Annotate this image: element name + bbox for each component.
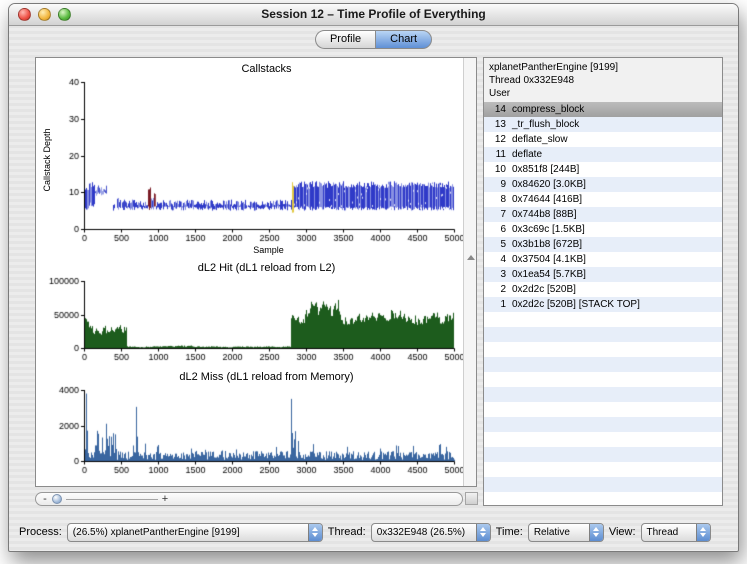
tab-chart[interactable]: Chart: [375, 30, 432, 49]
zoom-slider-thumb[interactable]: [52, 494, 62, 504]
dl2-miss-chart-block: dL2 Miss (dL1 reload from Memory): [40, 370, 461, 477]
popup-arrows-icon: [696, 524, 710, 541]
traffic-lights: [18, 8, 71, 21]
scroll-up-arrow-icon[interactable]: [467, 255, 475, 260]
row-depth-number: 5: [484, 237, 506, 252]
callstack-row[interactable]: 90x84620 [3.0KB]: [484, 177, 722, 192]
row-symbol-label: 0x74644 [416B]: [506, 192, 722, 207]
callstack-row[interactable]: 30x1ea54 [5.7KB]: [484, 267, 722, 282]
callstack-row[interactable]: 40x37504 [4.1KB]: [484, 252, 722, 267]
row-depth-number: 10: [484, 162, 506, 177]
callstack-panel: xplanetPantherEngine [9199] Thread 0x332…: [483, 57, 723, 506]
zoom-button[interactable]: [58, 8, 71, 21]
chart-panel: Callstacks Callstack Depth Sample dL2 Hi…: [35, 57, 477, 487]
header-user: User: [489, 87, 722, 100]
dl2-hit-chart-title: dL2 Hit (dL1 reload from L2): [40, 261, 461, 276]
callstacks-chart-canvas[interactable]: [40, 77, 464, 245]
dl2-hit-chart-block: dL2 Hit (dL1 reload from L2): [40, 261, 461, 364]
view-popup-value: Thread: [642, 527, 696, 538]
window-title: Session 12 – Time Profile of Everything: [9, 4, 738, 25]
time-label: Time:: [496, 526, 523, 538]
callstacks-y-axis-label: Callstack Depth: [42, 100, 54, 220]
bottom-bar: Process: (26.5%) xplanetPantherEngine [9…: [9, 518, 738, 546]
row-symbol-label: 0x744b8 [88B]: [506, 207, 722, 222]
minimize-button[interactable]: [38, 8, 51, 21]
process-popup[interactable]: (26.5%) xplanetPantherEngine [9199]: [67, 523, 323, 542]
titlebar[interactable]: Session 12 – Time Profile of Everything: [9, 4, 738, 26]
row-depth-number: 12: [484, 132, 506, 147]
callstack-row[interactable]: 13_tr_flush_block: [484, 117, 722, 132]
row-symbol-label: _tr_flush_block: [506, 117, 722, 132]
vertical-scrollbar[interactable]: [463, 58, 476, 486]
empty-rows-area: [484, 312, 722, 505]
dl2-miss-chart-canvas[interactable]: [40, 385, 464, 477]
row-symbol-label: deflate: [506, 147, 722, 162]
callstack-row[interactable]: 60x3c69c [1.5KB]: [484, 222, 722, 237]
tab-bar: Profile Chart: [9, 26, 738, 53]
thread-popup[interactable]: 0x332E948 (26.5%): [371, 523, 491, 542]
zoom-in-button[interactable]: +: [160, 494, 170, 505]
callstack-row[interactable]: 10x2d2c [520B] [STACK TOP]: [484, 297, 722, 312]
time-popup[interactable]: Relative: [528, 523, 604, 542]
callstacks-chart-title: Callstacks: [40, 62, 461, 77]
view-label: View:: [609, 526, 636, 538]
callstack-row[interactable]: 14compress_block: [484, 102, 722, 117]
row-symbol-label: 0x2d2c [520B]: [506, 282, 722, 297]
row-depth-number: 9: [484, 177, 506, 192]
row-symbol-label: 0x2d2c [520B] [STACK TOP]: [506, 297, 722, 312]
view-segmented-control: Profile Chart: [315, 30, 432, 49]
zoom-out-button[interactable]: -: [40, 494, 50, 505]
row-symbol-label: 0x3c69c [1.5KB]: [506, 222, 722, 237]
row-symbol-label: 0x37504 [4.1KB]: [506, 252, 722, 267]
row-symbol-label: 0x851f8 [244B]: [506, 162, 722, 177]
close-button[interactable]: [18, 8, 31, 21]
row-symbol-label: compress_block: [506, 102, 722, 117]
row-symbol-label: deflate_slow: [506, 132, 722, 147]
row-depth-number: 13: [484, 117, 506, 132]
callstack-row[interactable]: 100x851f8 [244B]: [484, 162, 722, 177]
row-depth-number: 11: [484, 147, 506, 162]
row-depth-number: 8: [484, 192, 506, 207]
row-depth-number: 7: [484, 207, 506, 222]
callstack-row[interactable]: 80x74644 [416B]: [484, 192, 722, 207]
callstacks-x-axis-label: Sample: [40, 245, 461, 256]
popup-arrows-icon: [308, 524, 322, 541]
process-label: Process:: [19, 526, 62, 538]
row-depth-number: 4: [484, 252, 506, 267]
dl2-miss-chart-title: dL2 Miss (dL1 reload from Memory): [40, 370, 461, 385]
header-thread: Thread 0x332E948: [489, 74, 722, 87]
header-process: xplanetPantherEngine [9199]: [489, 61, 722, 74]
process-popup-value: (26.5%) xplanetPantherEngine [9199]: [68, 527, 308, 538]
grow-box[interactable]: [465, 492, 478, 505]
row-symbol-label: 0x3b1b8 [672B]: [506, 237, 722, 252]
thread-popup-value: 0x332E948 (26.5%): [372, 527, 476, 538]
thread-label: Thread:: [328, 526, 366, 538]
callstack-panel-header: xplanetPantherEngine [9199] Thread 0x332…: [484, 58, 722, 102]
callstack-list: 14compress_block13_tr_flush_block12defla…: [484, 102, 722, 505]
callstacks-chart-block: Callstacks Callstack Depth Sample: [40, 62, 461, 256]
view-popup[interactable]: Thread: [641, 523, 711, 542]
app-window: Session 12 – Time Profile of Everything …: [8, 3, 739, 552]
row-depth-number: 6: [484, 222, 506, 237]
row-depth-number: 1: [484, 297, 506, 312]
zoom-scrollbar[interactable]: - +: [35, 492, 463, 506]
row-depth-number: 14: [484, 102, 506, 117]
callstack-row[interactable]: 11deflate: [484, 147, 722, 162]
row-depth-number: 3: [484, 267, 506, 282]
callstack-row[interactable]: 70x744b8 [88B]: [484, 207, 722, 222]
row-depth-number: 2: [484, 282, 506, 297]
tab-profile[interactable]: Profile: [315, 30, 375, 49]
time-popup-value: Relative: [529, 527, 589, 538]
row-symbol-label: 0x84620 [3.0KB]: [506, 177, 722, 192]
popup-arrows-icon: [476, 524, 490, 541]
callstack-row[interactable]: 50x3b1b8 [672B]: [484, 237, 722, 252]
callstack-row[interactable]: 12deflate_slow: [484, 132, 722, 147]
dl2-hit-chart-canvas[interactable]: [40, 276, 464, 364]
row-symbol-label: 0x1ea54 [5.7KB]: [506, 267, 722, 282]
zoom-slider-track[interactable]: [66, 499, 158, 500]
callstack-row[interactable]: 20x2d2c [520B]: [484, 282, 722, 297]
popup-arrows-icon: [589, 524, 603, 541]
